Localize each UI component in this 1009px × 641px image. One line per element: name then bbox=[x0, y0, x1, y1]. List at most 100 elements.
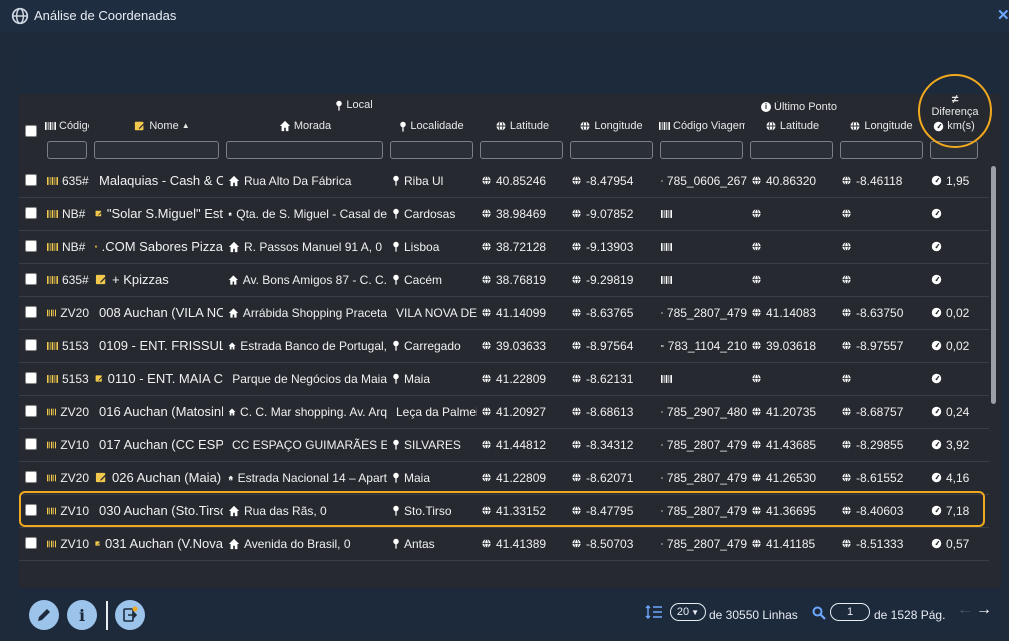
column-header-diferenca[interactable]: km(s) bbox=[927, 120, 981, 132]
row-checkbox[interactable] bbox=[25, 273, 37, 285]
row-checkbox[interactable] bbox=[25, 207, 37, 219]
row-checkbox[interactable] bbox=[25, 174, 37, 186]
cell-morada: Avenida do Brasil, 0 bbox=[228, 527, 387, 560]
row-checkbox[interactable] bbox=[25, 372, 37, 384]
globe-icon bbox=[751, 340, 762, 351]
gauge-icon bbox=[931, 241, 942, 252]
row-checkbox[interactable] bbox=[25, 306, 37, 318]
column-header-localidade[interactable]: Localidade bbox=[394, 120, 469, 132]
table-row[interactable]: NB# .COM Sabores Pizza R. Passos Manuel … bbox=[19, 230, 989, 264]
filter-up-latitude-input[interactable] bbox=[750, 141, 833, 159]
row-checkbox[interactable] bbox=[25, 240, 37, 252]
table-row[interactable]: 635# + Kpizzas Av. Bons Amigos 87 - C. C… bbox=[19, 263, 989, 297]
cell-longitude: -8.34312 bbox=[571, 428, 657, 461]
cell-diferenca: 1,95 bbox=[931, 164, 981, 197]
filter-up-longitude-input[interactable] bbox=[840, 141, 923, 159]
filter-latitude-input[interactable] bbox=[480, 141, 563, 159]
column-header-codigo[interactable]: Código bbox=[45, 120, 89, 132]
localidade-text: Carregado bbox=[404, 338, 461, 353]
cell-nome: 008 Auchan (VILA NOVA bbox=[95, 296, 223, 329]
globe-icon bbox=[751, 505, 762, 516]
cell-nome: 026 Auchan (Maia) bbox=[95, 461, 223, 494]
table-row[interactable]: ZV20 026 Auchan (Maia) Estrada Nacional … bbox=[19, 461, 989, 495]
cell-morada: Estrada Banco de Portugal, bbox=[228, 329, 387, 362]
page-number-input[interactable]: 1 bbox=[830, 603, 870, 621]
cell-longitude: -9.07852 bbox=[571, 197, 657, 230]
morada-text: Estrada Banco de Portugal, bbox=[240, 338, 387, 353]
barcode-icon bbox=[659, 121, 670, 131]
barcode-icon bbox=[661, 374, 672, 384]
localidade-text: Leça da Palmeira bbox=[396, 404, 477, 419]
row-checkbox[interactable] bbox=[25, 471, 37, 483]
select-all-checkbox[interactable] bbox=[25, 125, 37, 137]
barcode-icon bbox=[47, 242, 58, 252]
codigo-viagem-text: 785_2807_479 bbox=[666, 503, 747, 518]
cell-codigo-viagem: 785_2907_480 bbox=[661, 395, 747, 428]
cell-codigo: NB# bbox=[47, 197, 89, 230]
filter-longitude-input[interactable] bbox=[570, 141, 653, 159]
info-button[interactable]: i bbox=[67, 600, 97, 630]
filter-nome-input[interactable] bbox=[94, 141, 219, 159]
arrow-right-icon[interactable]: → bbox=[976, 601, 992, 619]
cell-longitude: -8.50703 bbox=[571, 527, 657, 560]
home-icon bbox=[228, 307, 239, 319]
export-button[interactable] bbox=[115, 600, 145, 630]
column-header-up-longitude[interactable]: Longitude bbox=[845, 120, 917, 132]
filter-morada-input[interactable] bbox=[226, 141, 383, 159]
table-row[interactable]: ZV20 016 Auchan (Matosinhos C. C. Mar sh… bbox=[19, 395, 989, 429]
table-row[interactable]: ZV10 017 Auchan (CC ESPAÇO CC ESPAÇO GUI… bbox=[19, 428, 989, 462]
table-row[interactable]: 5153 0110 - ENT. MAIA C Parque de Negóci… bbox=[19, 362, 989, 396]
page-size-select[interactable]: 20 ▼ bbox=[670, 603, 706, 621]
filter-codigo-viagem-input[interactable] bbox=[660, 141, 743, 159]
cell-up-latitude bbox=[751, 362, 837, 395]
column-header-nome[interactable]: Nome ▲ bbox=[131, 120, 193, 132]
row-checkbox[interactable] bbox=[25, 504, 37, 516]
row-checkbox[interactable] bbox=[25, 537, 37, 549]
globe-icon bbox=[481, 406, 492, 417]
search-icon[interactable] bbox=[812, 606, 826, 620]
filter-localidade-input[interactable] bbox=[390, 141, 473, 159]
latitude-text: 41.44812 bbox=[496, 437, 547, 452]
column-header-latitude[interactable]: Latitude bbox=[489, 120, 555, 132]
cell-up-longitude: -8.40603 bbox=[841, 494, 927, 527]
arrow-left-icon[interactable]: ← bbox=[957, 601, 973, 619]
cell-morada: Estrada Nacional 14 – Apart bbox=[228, 461, 387, 494]
globe-icon bbox=[751, 208, 762, 219]
row-checkbox[interactable] bbox=[25, 339, 37, 351]
pages-count: de 1528 Pág. bbox=[874, 608, 946, 622]
column-header-up-latitude[interactable]: Latitude bbox=[759, 120, 825, 132]
row-checkbox[interactable] bbox=[25, 438, 37, 450]
cell-diferenca bbox=[931, 230, 981, 263]
column-header-morada[interactable]: Morada bbox=[274, 120, 336, 132]
table-row[interactable]: 5153 0109 - ENT. FRISSUL Estrada Banco d… bbox=[19, 329, 989, 363]
globe-icon bbox=[751, 307, 762, 318]
table-row[interactable]: ZV10 030 Auchan (Sto.Tirso) Rua das Rãs,… bbox=[19, 494, 989, 528]
table-row[interactable]: ZV10 031 Auchan (V.Nova Avenida do Brasi… bbox=[19, 527, 989, 561]
column-header-codigo-viagem[interactable]: Código Viagem bbox=[659, 120, 745, 132]
sort-icon[interactable]: ▲ bbox=[182, 122, 190, 130]
table-row[interactable]: NB# "Solar S.Miguel" Est Qta. de S. Migu… bbox=[19, 197, 989, 231]
up-longitude-text: -8.63750 bbox=[856, 305, 904, 320]
globe-icon bbox=[571, 175, 582, 186]
vertical-scrollbar[interactable] bbox=[991, 166, 996, 404]
cell-nome: 030 Auchan (Sto.Tirso) bbox=[95, 494, 223, 527]
row-checkbox[interactable] bbox=[25, 405, 37, 417]
barcode-icon bbox=[661, 506, 663, 516]
home-icon bbox=[228, 505, 240, 517]
cell-diferenca: 0,02 bbox=[931, 329, 981, 362]
latitude-text: 38.72128 bbox=[496, 239, 547, 254]
cell-nome: 016 Auchan (Matosinhos bbox=[95, 395, 223, 428]
up-longitude-text: -8.40603 bbox=[856, 503, 904, 518]
globe-icon bbox=[841, 274, 852, 285]
table-row[interactable]: ZV20 008 Auchan (VILA NOVA Arrábida Shop… bbox=[19, 296, 989, 330]
column-header-longitude[interactable]: Longitude bbox=[575, 120, 647, 132]
globe-icon bbox=[751, 241, 762, 252]
edit-button[interactable] bbox=[29, 600, 59, 630]
pencil-icon bbox=[38, 609, 50, 621]
close-icon[interactable]: ✕ bbox=[997, 6, 1009, 24]
home-icon bbox=[228, 538, 240, 550]
filter-diferenca-input[interactable] bbox=[930, 141, 978, 159]
barcode-icon bbox=[661, 209, 672, 219]
table-row[interactable]: 635# Malaquias - Cash & Carry Rua Alto D… bbox=[19, 164, 989, 198]
filter-codigo-input[interactable] bbox=[47, 141, 87, 159]
